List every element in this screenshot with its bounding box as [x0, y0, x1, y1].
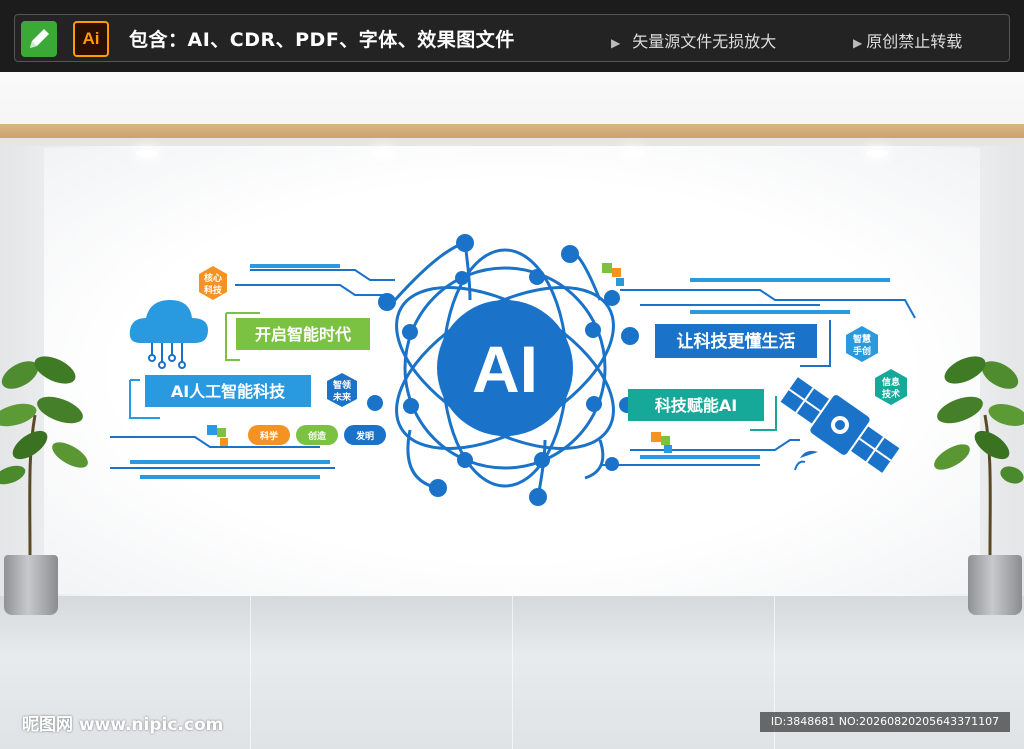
label-better-life: 让科技更懂生活	[655, 320, 831, 367]
label-ai-tech: AI人工智能科技	[129, 375, 311, 419]
ai-wall-artwork: AI 开启智能时代 AI人工智能科技 让科技更懂生活 科技赋能AI 核心 科技 …	[110, 234, 916, 506]
badge-info-tech: 信息 技术	[875, 369, 907, 405]
site-watermark: 昵图网 www.nipic.com	[22, 715, 224, 735]
badge-info-line1: 信息	[882, 376, 900, 388]
badge-lead-line2: 未来	[332, 391, 352, 403]
pill-science-text: 科学	[260, 430, 278, 442]
badge-core-tech: 核心 科技	[199, 266, 227, 300]
badge-lead-line1: 智领	[333, 379, 351, 391]
id-watermark: ID:3848681 NO:20260820205643371107	[760, 712, 1010, 732]
cloud-network-icon	[129, 300, 208, 369]
label-empower-text: 科技赋能AI	[655, 396, 737, 415]
badge-core-line2: 科技	[204, 284, 223, 296]
pill-invent-text: 发明	[355, 430, 374, 442]
antenna-icon	[794, 450, 818, 471]
badge-lead-future: 智领 未来	[327, 373, 357, 407]
deco-squares-top	[602, 263, 624, 286]
center-label: AI	[472, 332, 538, 406]
label-ai-tech-text: AI人工智能科技	[171, 382, 286, 401]
badge-wisdom: 智慧 手创	[846, 326, 878, 362]
label-open-era-text: 开启智能时代	[255, 325, 351, 344]
badge-wisdom-line1: 智慧	[853, 333, 871, 345]
badge-wisdom-line2: 手创	[853, 345, 871, 357]
badge-info-line2: 技术	[882, 388, 900, 400]
pill-invent: 发明	[344, 425, 386, 445]
label-open-era: 开启智能时代	[225, 312, 370, 361]
deco-squares-left	[207, 425, 228, 446]
pill-create: 创造	[296, 425, 338, 445]
pill-science: 科学	[248, 425, 290, 445]
pill-create-text: 创造	[307, 430, 327, 442]
badge-core-line1: 核心	[204, 272, 222, 284]
label-empower: 科技赋能AI	[628, 389, 777, 431]
label-better-life-text: 让科技更懂生活	[677, 331, 796, 352]
